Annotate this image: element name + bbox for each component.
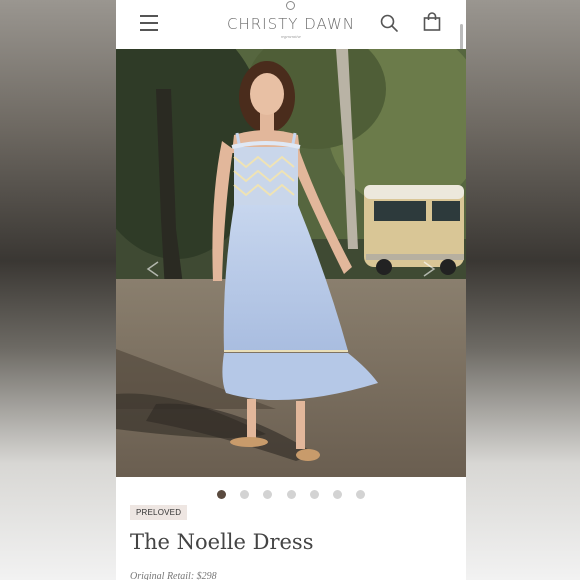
original-retail-price: Original Retail: $298 xyxy=(130,571,217,580)
gallery-pagination xyxy=(116,486,466,499)
gallery-dot[interactable] xyxy=(263,490,273,499)
gallery-dot[interactable] xyxy=(332,490,342,499)
brand-name: CHRISTY DAWN xyxy=(227,15,355,33)
search-icon[interactable] xyxy=(380,14,398,32)
site-header: CHRISTY DAWN regenerative xyxy=(116,0,466,50)
mobile-page: CHRISTY DAWN regenerative PRELOVED The N… xyxy=(116,0,466,580)
brand-logo[interactable]: CHRISTY DAWN regenerative xyxy=(218,0,364,49)
shopping-bag-icon[interactable] xyxy=(422,12,442,32)
gallery-dot[interactable] xyxy=(355,490,365,499)
gallery-dot[interactable] xyxy=(286,490,296,499)
gallery-dot[interactable] xyxy=(309,490,319,499)
gallery-dot[interactable] xyxy=(240,490,250,499)
brand-tagline: regenerative xyxy=(280,34,302,39)
product-image[interactable] xyxy=(116,49,466,477)
preloved-badge: PRELOVED xyxy=(130,505,188,520)
page-scrollbar[interactable] xyxy=(460,24,463,50)
swirl-logo-icon xyxy=(286,1,295,10)
hamburger-menu-icon[interactable] xyxy=(140,15,158,31)
gallery-dot[interactable] xyxy=(217,490,227,499)
product-title: The Noelle Dress xyxy=(130,530,314,554)
